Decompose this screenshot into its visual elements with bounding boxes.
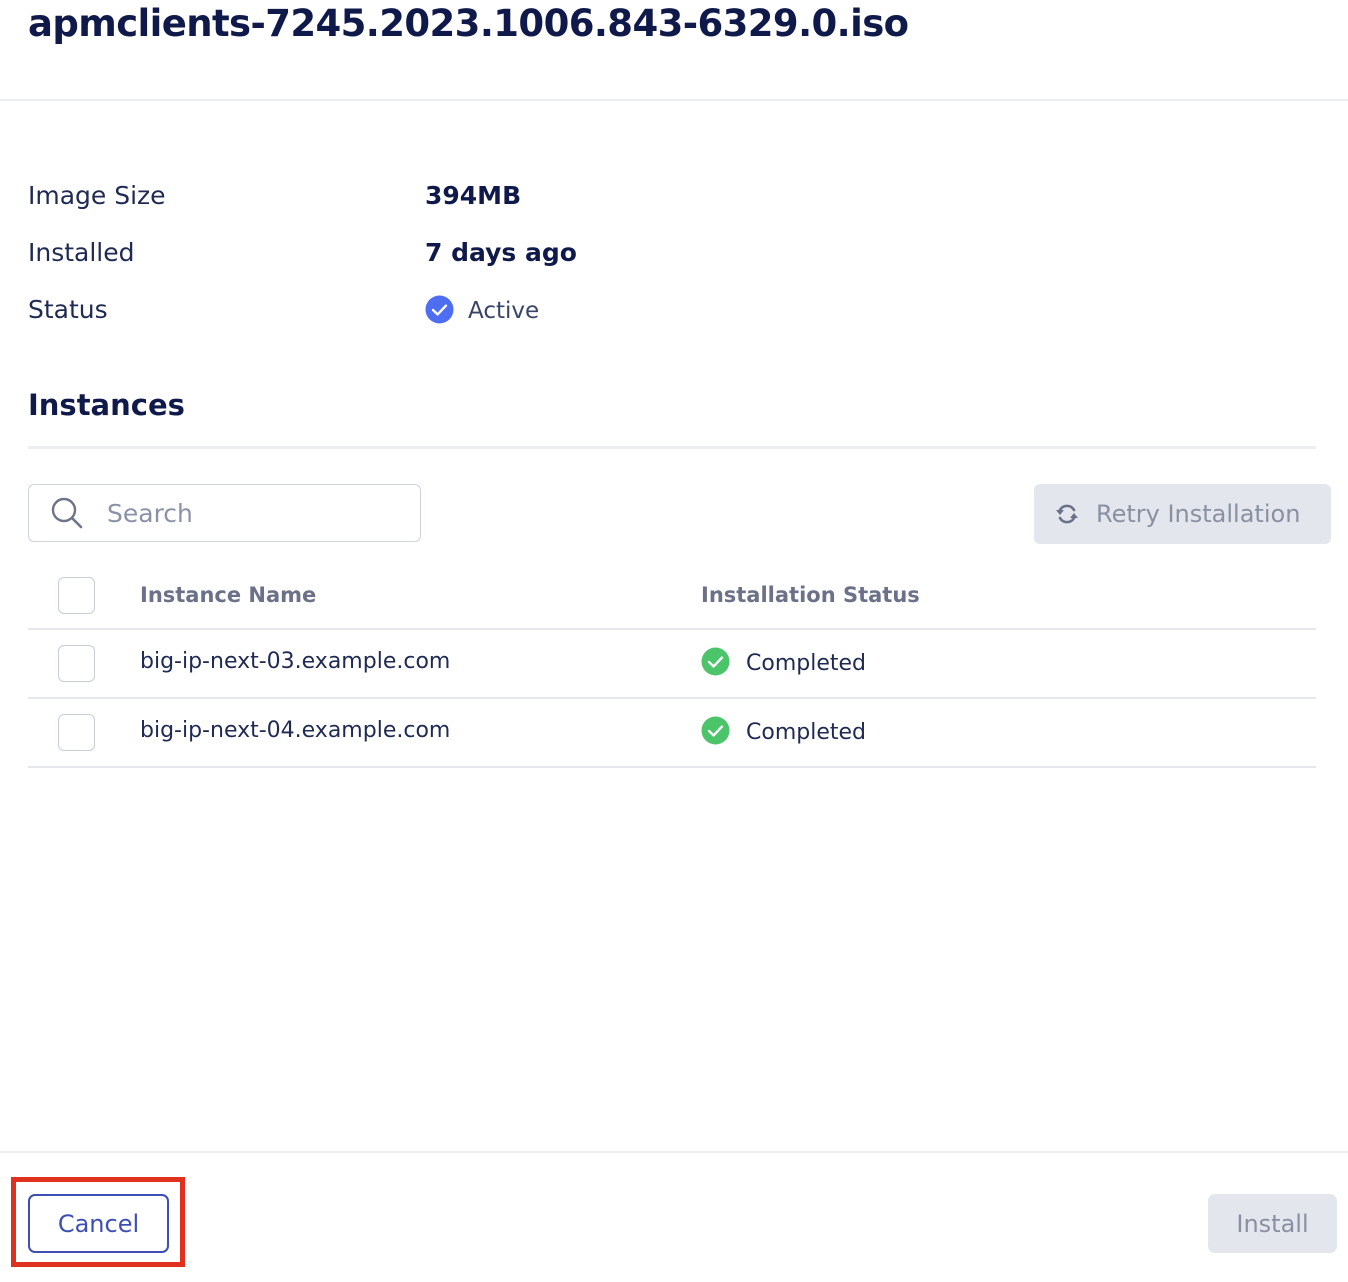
installation-status: Completed [701, 647, 866, 680]
installed-label: Installed [28, 238, 135, 267]
status-value: Active [468, 298, 540, 324]
instances-heading: Instances [28, 388, 185, 422]
header-divider [0, 99, 1348, 101]
table-header-row: Instance Name Installation Status [28, 562, 1316, 630]
retry-installation-label: Retry Installation [1096, 500, 1301, 528]
search-field[interactable] [28, 484, 421, 542]
installation-status-label: Completed [746, 651, 866, 676]
column-header-installation-status[interactable]: Installation Status [701, 583, 920, 607]
instances-table: Instance Name Installation Status big-ip… [28, 562, 1316, 768]
image-size-label: Image Size [28, 181, 166, 210]
installation-status: Completed [701, 716, 866, 749]
status-badge: Active [425, 295, 540, 328]
table-row[interactable]: big-ip-next-04.example.com Completed [28, 699, 1316, 768]
row-checkbox[interactable] [58, 645, 95, 682]
cancel-button[interactable]: Cancel [28, 1194, 169, 1253]
search-icon [49, 495, 85, 531]
status-label: Status [28, 295, 108, 324]
instances-divider [28, 446, 1316, 449]
column-header-instance-name[interactable]: Instance Name [140, 583, 316, 607]
check-circle-icon [701, 716, 730, 749]
check-circle-icon [425, 295, 454, 328]
installed-value: 7 days ago [425, 238, 577, 267]
retry-installation-button[interactable]: Retry Installation [1034, 484, 1331, 544]
image-size-value: 394MB [425, 181, 522, 210]
instance-name: big-ip-next-04.example.com [140, 718, 451, 743]
check-circle-icon [701, 647, 730, 680]
image-details-panel: apmclients-7245.2023.1006.843-6329.0.iso… [0, 0, 1348, 1282]
instance-name: big-ip-next-03.example.com [140, 649, 451, 674]
retry-icon [1054, 501, 1080, 527]
search-input[interactable] [105, 497, 389, 529]
row-checkbox[interactable] [58, 714, 95, 751]
select-all-checkbox[interactable] [58, 577, 95, 614]
page-title: apmclients-7245.2023.1006.843-6329.0.iso [28, 2, 909, 45]
table-row[interactable]: big-ip-next-03.example.com Completed [28, 630, 1316, 699]
install-button[interactable]: Install [1208, 1194, 1337, 1253]
installation-status-label: Completed [746, 720, 866, 745]
footer-divider [0, 1151, 1348, 1153]
